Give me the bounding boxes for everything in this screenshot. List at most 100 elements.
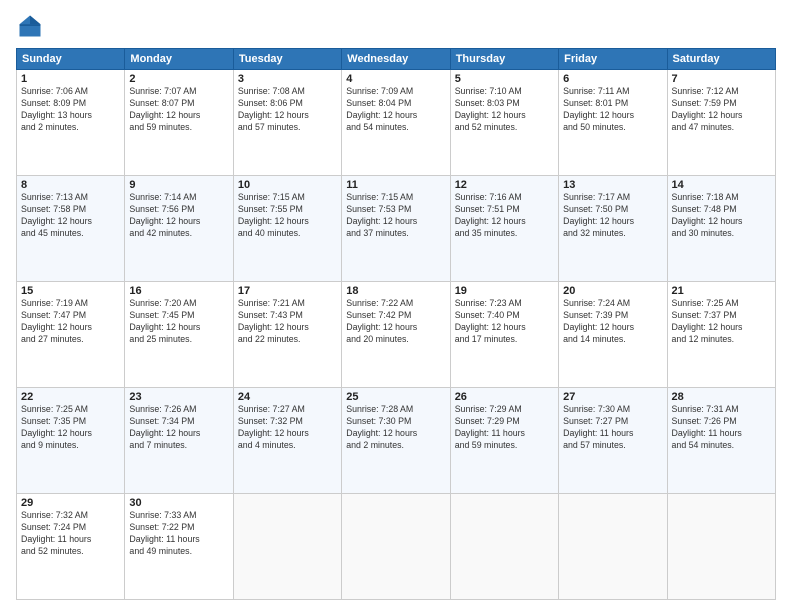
calendar-cell: 1Sunrise: 7:06 AMSunset: 8:09 PMDaylight…: [17, 70, 125, 176]
calendar-cell: [342, 494, 450, 600]
calendar-week-row: 8Sunrise: 7:13 AMSunset: 7:58 PMDaylight…: [17, 176, 776, 282]
calendar-cell: 26Sunrise: 7:29 AMSunset: 7:29 PMDayligh…: [450, 388, 558, 494]
calendar-cell: 7Sunrise: 7:12 AMSunset: 7:59 PMDaylight…: [667, 70, 775, 176]
calendar-cell: 17Sunrise: 7:21 AMSunset: 7:43 PMDayligh…: [233, 282, 341, 388]
day-number: 21: [672, 285, 771, 297]
calendar: SundayMondayTuesdayWednesdayThursdayFrid…: [16, 48, 776, 600]
day-number: 25: [346, 391, 445, 403]
calendar-cell: 30Sunrise: 7:33 AMSunset: 7:22 PMDayligh…: [125, 494, 233, 600]
day-detail: Sunrise: 7:14 AMSunset: 7:56 PMDaylight:…: [129, 192, 228, 240]
day-detail: Sunrise: 7:13 AMSunset: 7:58 PMDaylight:…: [21, 192, 120, 240]
calendar-cell: 22Sunrise: 7:25 AMSunset: 7:35 PMDayligh…: [17, 388, 125, 494]
calendar-cell: 29Sunrise: 7:32 AMSunset: 7:24 PMDayligh…: [17, 494, 125, 600]
day-detail: Sunrise: 7:29 AMSunset: 7:29 PMDaylight:…: [455, 404, 554, 452]
header: [16, 12, 776, 40]
day-detail: Sunrise: 7:07 AMSunset: 8:07 PMDaylight:…: [129, 86, 228, 134]
day-detail: Sunrise: 7:32 AMSunset: 7:24 PMDaylight:…: [21, 510, 120, 558]
calendar-header-saturday: Saturday: [667, 49, 775, 70]
day-number: 5: [455, 73, 554, 85]
calendar-header-tuesday: Tuesday: [233, 49, 341, 70]
day-detail: Sunrise: 7:25 AMSunset: 7:37 PMDaylight:…: [672, 298, 771, 346]
day-detail: Sunrise: 7:08 AMSunset: 8:06 PMDaylight:…: [238, 86, 337, 134]
day-number: 29: [21, 497, 120, 509]
calendar-cell: 2Sunrise: 7:07 AMSunset: 8:07 PMDaylight…: [125, 70, 233, 176]
calendar-cell: 8Sunrise: 7:13 AMSunset: 7:58 PMDaylight…: [17, 176, 125, 282]
calendar-header-monday: Monday: [125, 49, 233, 70]
calendar-cell: 28Sunrise: 7:31 AMSunset: 7:26 PMDayligh…: [667, 388, 775, 494]
day-detail: Sunrise: 7:15 AMSunset: 7:55 PMDaylight:…: [238, 192, 337, 240]
calendar-cell: [450, 494, 558, 600]
logo-icon: [16, 12, 44, 40]
day-number: 23: [129, 391, 228, 403]
calendar-cell: 18Sunrise: 7:22 AMSunset: 7:42 PMDayligh…: [342, 282, 450, 388]
day-number: 8: [21, 179, 120, 191]
calendar-cell: 3Sunrise: 7:08 AMSunset: 8:06 PMDaylight…: [233, 70, 341, 176]
day-number: 14: [672, 179, 771, 191]
day-detail: Sunrise: 7:16 AMSunset: 7:51 PMDaylight:…: [455, 192, 554, 240]
day-number: 2: [129, 73, 228, 85]
day-detail: Sunrise: 7:30 AMSunset: 7:27 PMDaylight:…: [563, 404, 662, 452]
day-number: 24: [238, 391, 337, 403]
day-detail: Sunrise: 7:17 AMSunset: 7:50 PMDaylight:…: [563, 192, 662, 240]
day-detail: Sunrise: 7:25 AMSunset: 7:35 PMDaylight:…: [21, 404, 120, 452]
calendar-week-row: 22Sunrise: 7:25 AMSunset: 7:35 PMDayligh…: [17, 388, 776, 494]
day-number: 27: [563, 391, 662, 403]
day-number: 15: [21, 285, 120, 297]
day-detail: Sunrise: 7:18 AMSunset: 7:48 PMDaylight:…: [672, 192, 771, 240]
day-detail: Sunrise: 7:11 AMSunset: 8:01 PMDaylight:…: [563, 86, 662, 134]
day-detail: Sunrise: 7:28 AMSunset: 7:30 PMDaylight:…: [346, 404, 445, 452]
calendar-cell: 23Sunrise: 7:26 AMSunset: 7:34 PMDayligh…: [125, 388, 233, 494]
calendar-cell: 12Sunrise: 7:16 AMSunset: 7:51 PMDayligh…: [450, 176, 558, 282]
day-detail: Sunrise: 7:20 AMSunset: 7:45 PMDaylight:…: [129, 298, 228, 346]
day-number: 30: [129, 497, 228, 509]
calendar-cell: 20Sunrise: 7:24 AMSunset: 7:39 PMDayligh…: [559, 282, 667, 388]
calendar-cell: [233, 494, 341, 600]
day-number: 7: [672, 73, 771, 85]
calendar-cell: 24Sunrise: 7:27 AMSunset: 7:32 PMDayligh…: [233, 388, 341, 494]
day-number: 4: [346, 73, 445, 85]
calendar-cell: 10Sunrise: 7:15 AMSunset: 7:55 PMDayligh…: [233, 176, 341, 282]
calendar-cell: 14Sunrise: 7:18 AMSunset: 7:48 PMDayligh…: [667, 176, 775, 282]
calendar-cell: 9Sunrise: 7:14 AMSunset: 7:56 PMDaylight…: [125, 176, 233, 282]
day-detail: Sunrise: 7:24 AMSunset: 7:39 PMDaylight:…: [563, 298, 662, 346]
day-number: 3: [238, 73, 337, 85]
day-detail: Sunrise: 7:31 AMSunset: 7:26 PMDaylight:…: [672, 404, 771, 452]
calendar-cell: 25Sunrise: 7:28 AMSunset: 7:30 PMDayligh…: [342, 388, 450, 494]
calendar-week-row: 15Sunrise: 7:19 AMSunset: 7:47 PMDayligh…: [17, 282, 776, 388]
day-number: 19: [455, 285, 554, 297]
day-number: 28: [672, 391, 771, 403]
day-number: 26: [455, 391, 554, 403]
calendar-cell: 16Sunrise: 7:20 AMSunset: 7:45 PMDayligh…: [125, 282, 233, 388]
day-number: 20: [563, 285, 662, 297]
calendar-cell: 21Sunrise: 7:25 AMSunset: 7:37 PMDayligh…: [667, 282, 775, 388]
calendar-header-wednesday: Wednesday: [342, 49, 450, 70]
day-number: 17: [238, 285, 337, 297]
calendar-cell: 19Sunrise: 7:23 AMSunset: 7:40 PMDayligh…: [450, 282, 558, 388]
day-detail: Sunrise: 7:15 AMSunset: 7:53 PMDaylight:…: [346, 192, 445, 240]
calendar-cell: [559, 494, 667, 600]
calendar-header-sunday: Sunday: [17, 49, 125, 70]
calendar-header-row: SundayMondayTuesdayWednesdayThursdayFrid…: [17, 49, 776, 70]
day-detail: Sunrise: 7:06 AMSunset: 8:09 PMDaylight:…: [21, 86, 120, 134]
day-number: 16: [129, 285, 228, 297]
day-detail: Sunrise: 7:09 AMSunset: 8:04 PMDaylight:…: [346, 86, 445, 134]
day-number: 9: [129, 179, 228, 191]
day-detail: Sunrise: 7:23 AMSunset: 7:40 PMDaylight:…: [455, 298, 554, 346]
calendar-cell: 27Sunrise: 7:30 AMSunset: 7:27 PMDayligh…: [559, 388, 667, 494]
calendar-header-thursday: Thursday: [450, 49, 558, 70]
day-detail: Sunrise: 7:22 AMSunset: 7:42 PMDaylight:…: [346, 298, 445, 346]
day-number: 18: [346, 285, 445, 297]
calendar-cell: 4Sunrise: 7:09 AMSunset: 8:04 PMDaylight…: [342, 70, 450, 176]
day-detail: Sunrise: 7:27 AMSunset: 7:32 PMDaylight:…: [238, 404, 337, 452]
day-detail: Sunrise: 7:12 AMSunset: 7:59 PMDaylight:…: [672, 86, 771, 134]
day-number: 12: [455, 179, 554, 191]
day-detail: Sunrise: 7:26 AMSunset: 7:34 PMDaylight:…: [129, 404, 228, 452]
calendar-header-friday: Friday: [559, 49, 667, 70]
day-number: 1: [21, 73, 120, 85]
logo: [16, 12, 48, 40]
day-detail: Sunrise: 7:33 AMSunset: 7:22 PMDaylight:…: [129, 510, 228, 558]
calendar-cell: 13Sunrise: 7:17 AMSunset: 7:50 PMDayligh…: [559, 176, 667, 282]
calendar-cell: [667, 494, 775, 600]
day-detail: Sunrise: 7:10 AMSunset: 8:03 PMDaylight:…: [455, 86, 554, 134]
calendar-week-row: 1Sunrise: 7:06 AMSunset: 8:09 PMDaylight…: [17, 70, 776, 176]
